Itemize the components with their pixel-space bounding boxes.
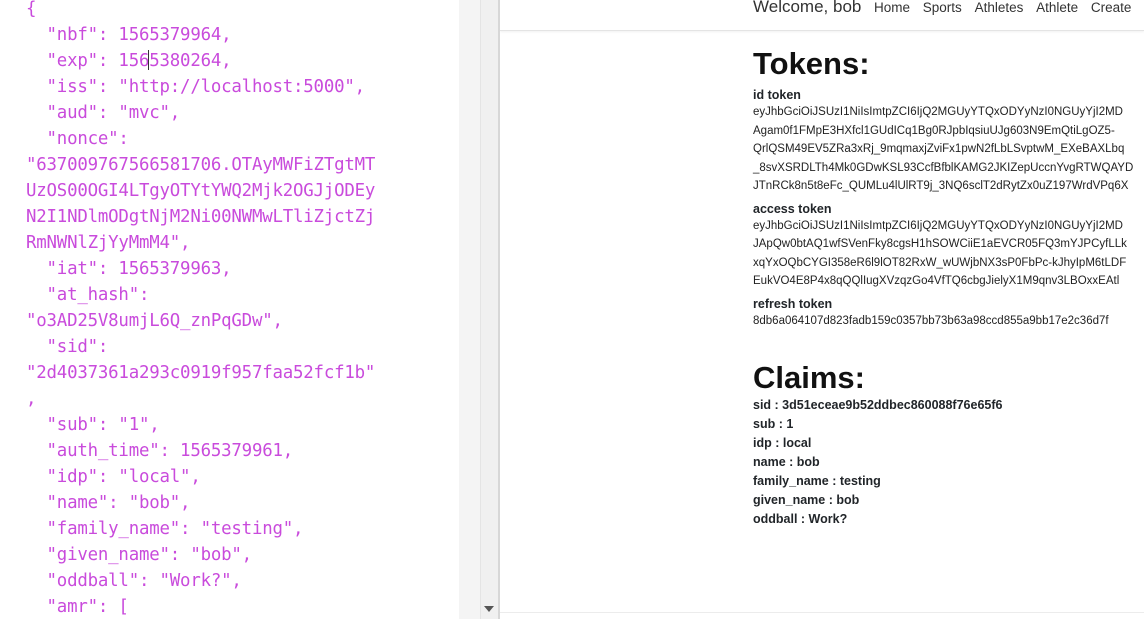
json-line: N2I1NDlmODgtNjM2Ni00NWMwLTliZjctZj bbox=[26, 207, 376, 227]
nav-link-home[interactable]: Home bbox=[874, 0, 910, 16]
refresh-token-value: 8db6a064107d823fadb159c0357bb73b63a98ccd… bbox=[753, 314, 1109, 327]
json-line: "iss": "http://localhost:5000", bbox=[26, 77, 366, 97]
access-token-value: eyJhbGciOiJSUzI1NiIsImtpZCI6IjQ2MGUyYTQx… bbox=[753, 217, 1144, 291]
claim-item: name : bob bbox=[753, 455, 820, 469]
nav-links: Home Sports Athletes Athlete Create Up bbox=[874, 0, 1144, 16]
json-line: "2d4037361a293c0919f957faa52fcf1b" bbox=[26, 363, 376, 383]
json-line: "sub": "1", bbox=[26, 415, 160, 435]
scrollbar[interactable] bbox=[480, 0, 499, 619]
access-token-line: xqYxOQbCYGI358eR6l9lOT82RxW_wUWjbNX3sP0F… bbox=[753, 256, 1127, 269]
main-content: Tokens: id token eyJhbGciOiJSUzI1NiIsImt… bbox=[753, 46, 1144, 529]
claims-heading: Claims: bbox=[753, 360, 865, 395]
json-line: { bbox=[26, 0, 37, 19]
json-line: "auth_time": 1565379961, bbox=[26, 441, 294, 461]
json-viewer-pane[interactable]: { "nbf": 1565379964, "exp": 1565380264, … bbox=[0, 0, 460, 619]
nav-link-athlete[interactable]: Athlete bbox=[1036, 0, 1078, 16]
nav-link-athletes[interactable]: Athletes bbox=[975, 0, 1024, 16]
claims-list: sid : 3d51eceae9b52ddbec860088f76e65f6 s… bbox=[753, 396, 1144, 529]
nav-link-sports[interactable]: Sports bbox=[923, 0, 962, 16]
json-line: "given_name": "bob", bbox=[26, 545, 253, 565]
json-line: "family_name": "testing", bbox=[26, 519, 304, 539]
json-line: "oddball": "Work?", bbox=[26, 571, 242, 591]
json-line: "exp": 1565380264, bbox=[26, 50, 232, 71]
access-token-line: EukVO4E8P4x8qQQlIugXVzqzGo4VfTQ6cbgJiely… bbox=[753, 275, 1120, 287]
claim-item: sub : 1 bbox=[753, 417, 794, 431]
json-line: RmNWNlZjYyMmM4", bbox=[26, 233, 191, 253]
json-line: "637009767566581706.OTAyMWFiZTgtMT bbox=[26, 155, 376, 175]
scroll-down-arrow-icon[interactable] bbox=[484, 606, 494, 612]
id-token-line: JTnRCk8n5t8eFc_QUMLu4lUlRT9j_3NQ6sclT2dR… bbox=[753, 180, 1129, 192]
json-line: "iat": 1565379963, bbox=[26, 259, 232, 279]
tokens-heading: Tokens: bbox=[753, 46, 870, 81]
json-line: "idp": "local", bbox=[26, 467, 201, 487]
claim-item: given_name : bob bbox=[753, 493, 860, 507]
welcome-text: Welcome, bob bbox=[753, 0, 862, 16]
claim-item: sid : 3d51eceae9b52ddbec860088f76e65f6 bbox=[753, 398, 1003, 412]
json-line: "nbf": 1565379964, bbox=[26, 25, 232, 45]
claim-item: family_name : testing bbox=[753, 474, 881, 488]
json-line: "sid": bbox=[26, 337, 109, 357]
id-token-line: eyJhbGciOiJSUzI1NiIsImtpZCI6IjQ2MGUyYTQx… bbox=[753, 106, 1123, 118]
app-bottom-border bbox=[500, 612, 1144, 613]
access-token-line: JApQw0btAQ1wfSVenFky8cgsH1hSOWCiiE1aEVCR… bbox=[753, 238, 1127, 250]
id-token-value: eyJhbGciOiJSUzI1NiIsImtpZCI6IjQ2MGUyYTQx… bbox=[753, 103, 1144, 196]
id-token-line: _8svXSRDLTh4Mk0GDwKSL93CcfBfblKAMG2JKIZe… bbox=[753, 161, 1134, 174]
json-line: "at_hash": bbox=[26, 285, 150, 305]
claim-item: idp : local bbox=[753, 436, 812, 450]
top-navbar: Welcome, bob Home Sports Athletes Athlet… bbox=[500, 0, 1144, 31]
access-token-line: eyJhbGciOiJSUzI1NiIsImtpZCI6IjQ2MGUyYTQx… bbox=[753, 219, 1123, 232]
json-line: UzOS00OGI4LTgyOTYtYWQ2Mjk2OGJjODEy bbox=[26, 181, 376, 201]
json-line: "aud": "mvc", bbox=[26, 103, 181, 123]
refresh-token-label: refresh token bbox=[753, 296, 833, 311]
id-token-line: Agam0f1FMpE3HXfcl1GUdICq1Bg0RJpbIqsiuUJg… bbox=[753, 124, 1115, 137]
pane-gutter bbox=[459, 0, 480, 619]
claim-item: oddball : Work? bbox=[753, 512, 848, 526]
access-token-label: access token bbox=[753, 201, 832, 216]
id-token-label: id token bbox=[753, 88, 801, 102]
json-line: "o3AD25V8umjL6Q_znPqGDw", bbox=[26, 311, 283, 331]
json-line: "nonce": bbox=[26, 129, 129, 149]
json-line: , bbox=[26, 389, 37, 409]
json-code-block[interactable]: { "nbf": 1565379964, "exp": 1565380264, … bbox=[0, 0, 459, 619]
json-line: "amr": [ bbox=[26, 597, 129, 617]
web-app-pane: Welcome, bob Home Sports Athletes Athlet… bbox=[500, 0, 1144, 619]
json-line: "name": "bob", bbox=[26, 493, 191, 513]
text-cursor bbox=[148, 50, 150, 70]
nav-link-create[interactable]: Create bbox=[1091, 0, 1132, 16]
id-token-line: QrlQSM49EV5ZRa3xRj_9mqmaxjZviFx1pwN2fLbL… bbox=[753, 143, 1125, 155]
